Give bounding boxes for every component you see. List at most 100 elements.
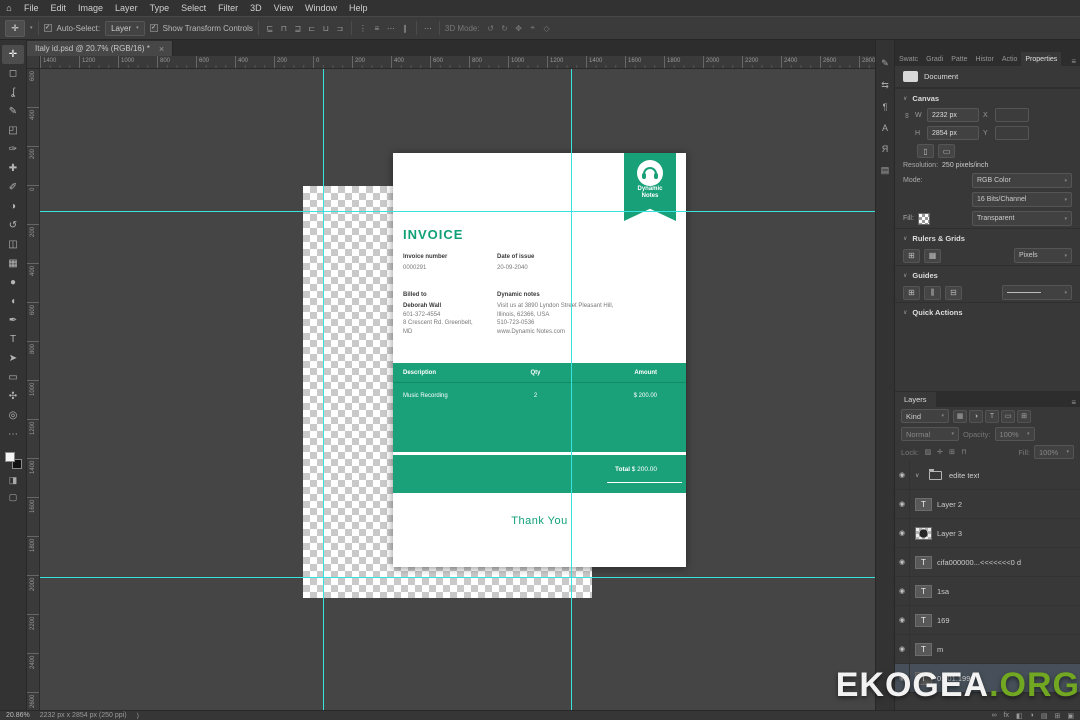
tool-button[interactable]: ʆ bbox=[2, 83, 24, 102]
layers-action-icon[interactable]: ◧ bbox=[1016, 712, 1023, 720]
status-chevron-icon[interactable]: ⟩ bbox=[137, 712, 140, 720]
toggle-rulers-button[interactable]: ⊞ bbox=[903, 248, 920, 263]
tool-button[interactable]: ✐ bbox=[2, 178, 24, 197]
tool-button[interactable]: ↺ bbox=[2, 216, 24, 235]
visibility-eye-icon[interactable]: ◉ bbox=[895, 606, 910, 634]
y-field[interactable] bbox=[995, 126, 1029, 140]
link-dimensions-icon[interactable]: ∞ bbox=[903, 111, 912, 119]
menu-item[interactable]: File bbox=[18, 3, 45, 13]
align-icon[interactable]: ⊑ bbox=[264, 22, 276, 35]
toggle-grid-button[interactable]: ▦ bbox=[924, 248, 941, 263]
menu-item[interactable]: Type bbox=[144, 3, 176, 13]
3d-mode-icon[interactable]: ↺ bbox=[485, 22, 497, 35]
menu-item[interactable]: Select bbox=[175, 3, 212, 13]
lock-icon[interactable]: ⊓ bbox=[959, 448, 969, 456]
panel-tab[interactable]: Patte bbox=[947, 52, 971, 66]
visibility-eye-icon[interactable]: ◉ bbox=[895, 548, 910, 576]
tool-button[interactable]: ✒ bbox=[2, 311, 24, 330]
visibility-eye-icon[interactable]: ◉ bbox=[895, 519, 910, 547]
width-field[interactable]: 2232 px bbox=[927, 108, 979, 122]
show-transform-checkbox[interactable]: ✓ bbox=[149, 24, 158, 32]
panel-menu-icon[interactable]: ≡ bbox=[1067, 57, 1080, 66]
visibility-eye-icon[interactable]: ◉ bbox=[895, 577, 910, 605]
menu-item[interactable]: Edit bbox=[45, 3, 73, 13]
align-icon[interactable]: ⊓ bbox=[278, 22, 290, 35]
blend-mode-dropdown[interactable]: Normal ▾ bbox=[901, 427, 959, 441]
layers-action-icon[interactable]: ⊞ bbox=[1055, 712, 1061, 720]
tool-button[interactable]: ⋯ bbox=[2, 425, 24, 444]
lock-icon[interactable]: ✛ bbox=[935, 448, 945, 456]
units-dropdown[interactable]: Pixels ▾ bbox=[1014, 248, 1072, 263]
distribute-icon[interactable]: ∥ bbox=[399, 22, 411, 35]
canvas-viewport[interactable]: 600 400 200 0 200 400 600 800 1000 1200 1400 1600 18… bbox=[27, 69, 875, 710]
panel-icon[interactable]: ⇆ bbox=[881, 80, 889, 91]
layer-name[interactable]: Layer 2 bbox=[937, 500, 962, 509]
layer-filter-icon[interactable]: T bbox=[985, 409, 999, 423]
3d-mode-icon[interactable]: ⌖ bbox=[527, 22, 539, 35]
layer-filter-icon[interactable]: ⊞ bbox=[1017, 409, 1031, 423]
panel-icon[interactable]: Я bbox=[882, 144, 889, 154]
distribute-icon[interactable]: ⋯ bbox=[385, 22, 397, 35]
layer-row[interactable]: ◉ T Layer 3 bbox=[895, 519, 1080, 548]
visibility-eye-icon[interactable]: ◉ bbox=[895, 664, 910, 692]
panel-tab[interactable]: Actio bbox=[998, 52, 1022, 66]
layer-filter-icon[interactable]: ▭ bbox=[1001, 409, 1015, 423]
color-swatches[interactable] bbox=[4, 452, 22, 469]
layer-row[interactable]: ◉ T 1sa bbox=[895, 577, 1080, 606]
visibility-eye-icon[interactable]: ◉ bbox=[895, 461, 910, 489]
menu-item[interactable]: Layer bbox=[109, 3, 144, 13]
tool-button[interactable]: ◑ bbox=[2, 197, 24, 216]
menu-item[interactable]: Window bbox=[299, 3, 343, 13]
menu-item[interactable]: Image bbox=[72, 3, 109, 13]
panel-icon[interactable]: ✎ bbox=[881, 58, 889, 69]
group-expand-icon[interactable]: ∨ bbox=[915, 472, 922, 479]
layer-row[interactable]: ◉ T Layer 2 bbox=[895, 490, 1080, 519]
layer-name[interactable]: 169 bbox=[937, 616, 950, 625]
invoice-document[interactable]: Dynamic Notes INVOICE Invoice number 000… bbox=[393, 153, 686, 567]
tool-button[interactable]: T bbox=[2, 330, 24, 349]
more-options-icon[interactable]: ⋯ bbox=[422, 22, 434, 35]
quick-mask-icon[interactable]: ◨ bbox=[9, 475, 18, 486]
align-icon[interactable]: ⊔ bbox=[320, 22, 332, 35]
zoom-level[interactable]: 20.86% bbox=[6, 712, 30, 719]
vertical-ruler[interactable]: 600 400 200 0 200 400 600 800 1000 1200 1400 1600 18… bbox=[27, 69, 40, 710]
guide-style-dropdown[interactable]: ▾ bbox=[1002, 285, 1072, 300]
panel-tab[interactable]: Histor bbox=[972, 52, 998, 66]
home-icon[interactable]: ⌂ bbox=[0, 3, 18, 13]
distribute-icon[interactable]: ≡ bbox=[371, 22, 383, 35]
portrait-orientation-button[interactable]: ▯ bbox=[917, 144, 934, 158]
tool-button[interactable]: ✎ bbox=[2, 102, 24, 121]
ruler-origin-corner[interactable] bbox=[27, 56, 40, 68]
layer-name[interactable]: Layer 3 bbox=[937, 529, 962, 538]
guide-columns-button[interactable]: ⫼ bbox=[924, 285, 941, 300]
filter-kind-dropdown[interactable]: Kind ▾ bbox=[901, 409, 949, 423]
section-guides[interactable]: ∨ Guides bbox=[895, 265, 1080, 283]
guide-horizontal-2[interactable] bbox=[40, 577, 875, 578]
layer-name[interactable]: 1sa bbox=[937, 587, 949, 596]
tool-button[interactable]: ✚ bbox=[2, 159, 24, 178]
clear-guides-button[interactable]: ⊟ bbox=[945, 285, 962, 300]
menu-item[interactable]: View bbox=[268, 3, 299, 13]
height-field[interactable]: 2854 px bbox=[927, 126, 979, 140]
panel-tab[interactable]: Swatc bbox=[895, 52, 922, 66]
guide-vertical-2[interactable] bbox=[571, 69, 572, 710]
tool-button[interactable]: ◖ bbox=[2, 292, 24, 311]
tool-button[interactable]: ✑ bbox=[2, 140, 24, 159]
new-guide-layout-button[interactable]: ⊞ bbox=[903, 285, 920, 300]
panel-tab[interactable]: Properties bbox=[1021, 52, 1062, 66]
tool-button[interactable]: ✛ bbox=[2, 45, 24, 64]
active-tool-icon[interactable]: ✛ bbox=[5, 19, 25, 37]
lock-icon[interactable]: ▨ bbox=[923, 448, 933, 456]
3d-mode-icon[interactable]: ↻ bbox=[499, 22, 511, 35]
section-canvas[interactable]: ∨ Canvas bbox=[895, 88, 1080, 106]
tool-button[interactable]: ◻ bbox=[2, 64, 24, 83]
layers-action-icon[interactable]: ▣ bbox=[1067, 712, 1074, 720]
foreground-color-swatch[interactable] bbox=[4, 452, 15, 462]
guide-horizontal-1[interactable] bbox=[40, 211, 875, 212]
tool-button[interactable]: ▭ bbox=[2, 368, 24, 387]
visibility-eye-icon[interactable]: ◉ bbox=[895, 635, 910, 663]
3d-mode-icon[interactable]: ◇ bbox=[541, 22, 553, 35]
tab-layers[interactable]: Layers bbox=[895, 392, 936, 407]
panel-tab[interactable]: Gradi bbox=[922, 52, 947, 66]
align-icon[interactable]: ⊏ bbox=[306, 22, 318, 35]
